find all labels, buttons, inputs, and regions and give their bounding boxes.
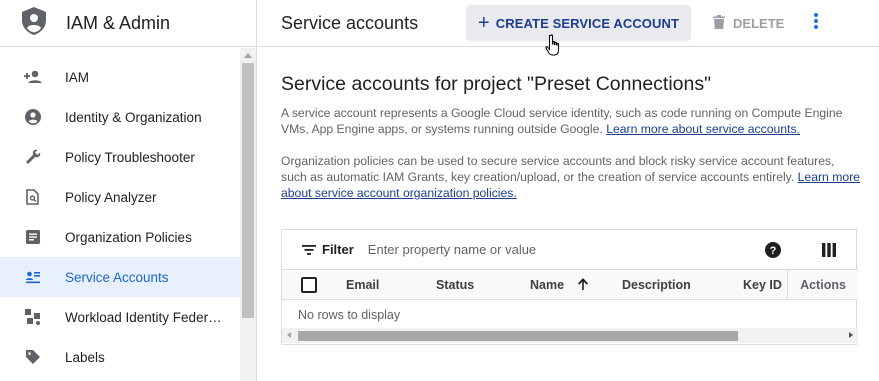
sidebar-item-policy-troubleshooter[interactable]: Policy Troubleshooter — [0, 137, 240, 177]
learn-more-service-accounts-link[interactable]: Learn more about service accounts. — [606, 122, 800, 136]
sidebar: IAM & Admin IAM Identity & Organization … — [0, 0, 257, 381]
service-accounts-table: Filter ? Email Status Name Description K… — [281, 229, 858, 345]
sidebar-item-workload-identity-federation[interactable]: Workload Identity Federat… — [0, 297, 240, 337]
create-service-account-label: CREATE SERVICE ACCOUNT — [495, 15, 680, 31]
scroll-right-arrow-icon[interactable] — [849, 332, 853, 338]
table-scroll-thumb[interactable] — [298, 331, 738, 341]
list-document-icon — [24, 228, 42, 246]
more-vert-icon — [814, 12, 819, 34]
more-options-button[interactable] — [814, 12, 819, 34]
empty-table-message: No rows to display — [298, 308, 401, 322]
column-header-description[interactable]: Description — [622, 278, 691, 292]
filter-bar: Filter ? — [282, 229, 858, 270]
sidebar-item-label: IAM — [65, 69, 90, 85]
column-header-email[interactable]: Email — [346, 278, 379, 292]
column-header-key-id[interactable]: Key ID — [743, 278, 782, 292]
wrench-icon — [24, 148, 42, 166]
scroll-left-arrow-icon[interactable] — [287, 332, 291, 338]
account-circle-icon — [24, 108, 42, 126]
column-header-name-label: Name — [530, 278, 565, 292]
shield-person-icon — [20, 6, 48, 41]
delete-button[interactable]: DELETE — [713, 14, 785, 32]
sidebar-item-label: Workload Identity Federat… — [65, 309, 225, 325]
trash-icon — [713, 14, 733, 32]
column-header-name[interactable]: Name — [530, 278, 589, 292]
plus-icon: + — [478, 12, 490, 34]
sidebar-scroll-thumb[interactable] — [242, 63, 254, 318]
column-header-status[interactable]: Status — [436, 278, 474, 292]
filter-input[interactable] — [367, 242, 708, 257]
sidebar-item-iam[interactable]: IAM — [0, 57, 240, 97]
sidebar-item-label: Labels — [65, 349, 105, 365]
sidebar-item-identity-organization[interactable]: Identity & Organization — [0, 97, 240, 137]
filter-icon[interactable] — [302, 244, 316, 255]
service-account-description: A service account represents a Google Cl… — [281, 105, 861, 137]
sidebar-item-labels[interactable]: Labels — [0, 337, 240, 377]
hand-cursor-icon — [545, 34, 563, 63]
delete-label: DELETE — [733, 15, 785, 31]
help-icon[interactable]: ? — [765, 242, 781, 263]
table-horizontal-scrollbar[interactable] — [282, 328, 858, 343]
sidebar-item-label: Organization Policies — [65, 229, 192, 245]
sidebar-item-organization-policies[interactable]: Organization Policies — [0, 217, 240, 257]
section-heading: Service accounts for project "Preset Con… — [281, 73, 712, 95]
sidebar-nav: IAM Identity & Organization Policy Troub… — [0, 57, 240, 377]
document-search-icon — [24, 188, 42, 206]
service-account-icon — [24, 268, 42, 286]
page-title: Service accounts — [281, 12, 419, 33]
sidebar-item-service-accounts[interactable]: Service Accounts — [0, 257, 240, 297]
sidebar-item-label: Policy Analyzer — [65, 189, 157, 205]
app-title: IAM & Admin — [66, 12, 171, 33]
main-content: Service accounts for project "Preset Con… — [257, 48, 879, 381]
column-header-actions: Actions — [787, 270, 858, 300]
label-icon — [24, 348, 42, 366]
sidebar-item-label: Service Accounts — [65, 269, 169, 285]
sidebar-item-policy-analyzer[interactable]: Policy Analyzer — [0, 177, 240, 217]
federation-icon — [24, 308, 42, 326]
table-header-row: Email Status Name Description Key ID Act… — [282, 270, 858, 300]
select-all-checkbox[interactable] — [301, 277, 317, 293]
create-service-account-button[interactable]: + CREATE SERVICE ACCOUNT — [466, 5, 692, 41]
sidebar-item-label: Policy Troubleshooter — [65, 149, 195, 165]
svg-text:?: ? — [770, 245, 777, 257]
sidebar-item-label: Identity & Organization — [65, 109, 202, 125]
sidebar-scrollbar[interactable] — [240, 48, 256, 381]
column-display-icon[interactable] — [822, 243, 836, 262]
person-add-icon — [24, 68, 42, 86]
sidebar-header: IAM & Admin — [0, 0, 256, 47]
filter-label: Filter — [322, 242, 354, 257]
sort-ascending-icon — [577, 278, 588, 290]
description-text: Organization policies can be used to sec… — [281, 154, 835, 184]
scroll-up-arrow-icon[interactable] — [244, 53, 252, 58]
top-toolbar: Service accounts + CREATE SERVICE ACCOUN… — [257, 0, 879, 47]
org-policy-description: Organization policies can be used to sec… — [281, 153, 861, 201]
